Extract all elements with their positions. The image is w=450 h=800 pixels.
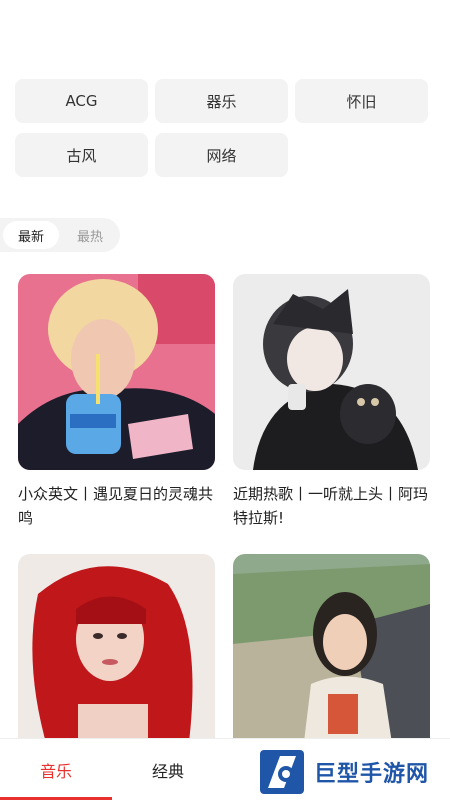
tag-instrumental[interactable]: 器乐 bbox=[155, 79, 288, 123]
playlist-cover-image bbox=[233, 554, 430, 750]
tag-nostalgic[interactable]: 怀旧 bbox=[295, 79, 428, 123]
playlist-card[interactable]: 小众英文丨遇见夏日的灵魂共鸣 bbox=[18, 274, 215, 530]
tab-music[interactable]: 音乐 bbox=[0, 739, 112, 800]
playlist-title: 近期热歌丨一听就上头丨阿玛特拉斯! bbox=[233, 485, 429, 527]
playlist-cover-image bbox=[233, 274, 430, 470]
watermark: 巨型手游网 bbox=[258, 748, 446, 796]
watermark-logo-icon bbox=[260, 750, 304, 794]
tab-classic[interactable]: 经典 bbox=[112, 739, 224, 800]
playlist-cover-image bbox=[18, 554, 215, 750]
playlist-card[interactable] bbox=[18, 554, 215, 762]
sort-toggle: 最新 最热 bbox=[0, 218, 120, 252]
tag-acg[interactable]: ACG bbox=[15, 79, 148, 123]
sort-hottest-button[interactable]: 最热 bbox=[62, 221, 118, 249]
playlist-cover-image bbox=[18, 274, 215, 470]
tag-internet[interactable]: 网络 bbox=[155, 133, 288, 177]
playlist-card[interactable] bbox=[233, 554, 430, 762]
watermark-text: 巨型手游网 bbox=[314, 762, 430, 787]
sort-newest-button[interactable]: 最新 bbox=[3, 221, 59, 249]
tag-ancient-style[interactable]: 古风 bbox=[15, 133, 148, 177]
playlist-title: 小众英文丨遇见夏日的灵魂共鸣 bbox=[18, 485, 214, 527]
playlist-card[interactable]: 近期热歌丨一听就上头丨阿玛特拉斯! bbox=[233, 274, 430, 530]
